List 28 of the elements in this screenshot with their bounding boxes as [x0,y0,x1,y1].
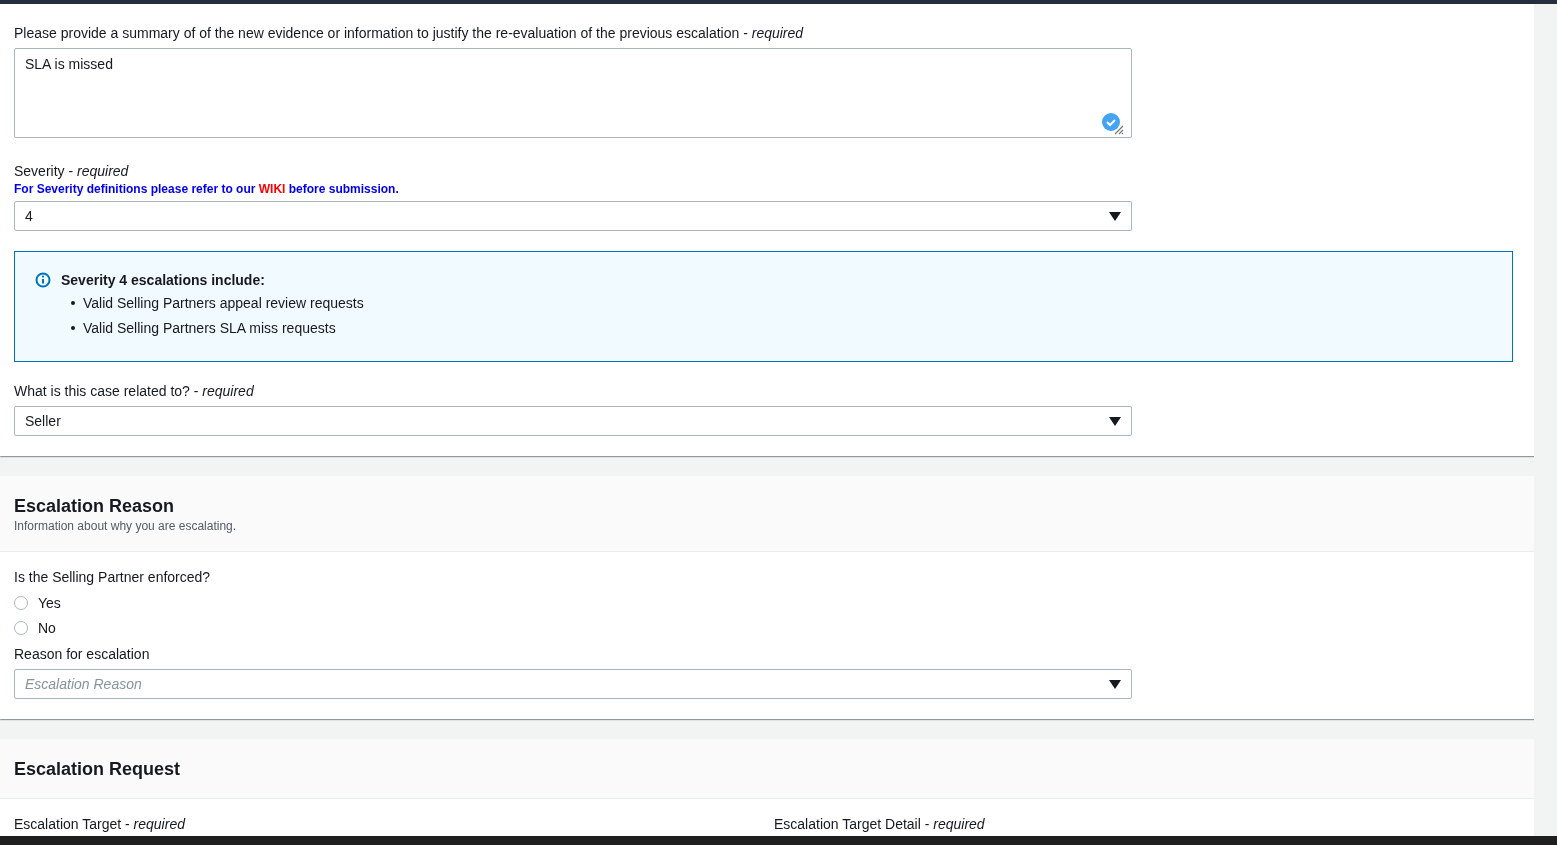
alert-title: Severity 4 escalations include: [61,272,265,288]
dropdown-caret-icon [1109,211,1121,221]
field-label: What is this case related to? - required [14,382,255,400]
summary-textarea[interactable]: SLA is missed [14,48,1132,138]
radio-button[interactable] [14,620,28,635]
bullet-item: Valid Selling Partners SLA miss requests [83,319,336,337]
field-label: Please provide a summary of of the new evidence or information to justify the re-evaluation of the previous escalation - required [14,24,805,42]
help-text: For Severity definitions please refer to our WIKI before submission. [14,182,400,196]
related-dropdown[interactable]: Seller [14,406,1132,436]
info-icon [35,272,51,288]
radio-label: No [38,619,56,636]
field-label: Escalation Target Detail - required [774,815,986,833]
dropdown-caret-icon [1109,416,1121,426]
radio-label: Yes [38,594,61,611]
question-label: Is the Selling Partner enforced? [14,568,212,586]
radio-button[interactable] [14,595,28,610]
severity-dropdown[interactable]: 4 [14,201,1132,231]
bullet-icon [71,326,75,330]
bullet-icon [71,301,75,305]
section-title: Escalation Request [14,758,182,780]
section-title: Escalation Reason [14,495,176,517]
section-subtitle: Information about why you are escalating. [14,519,238,533]
bullet-item: Valid Selling Partners appeal review requests [83,294,364,312]
wiki-link[interactable]: WIKI [258,182,286,196]
field-label: Escalation Target - required [14,815,187,833]
dropdown-caret-icon [1109,679,1121,689]
field-label: Severity - required [14,162,130,180]
field-label: Reason for escalation [14,645,151,663]
